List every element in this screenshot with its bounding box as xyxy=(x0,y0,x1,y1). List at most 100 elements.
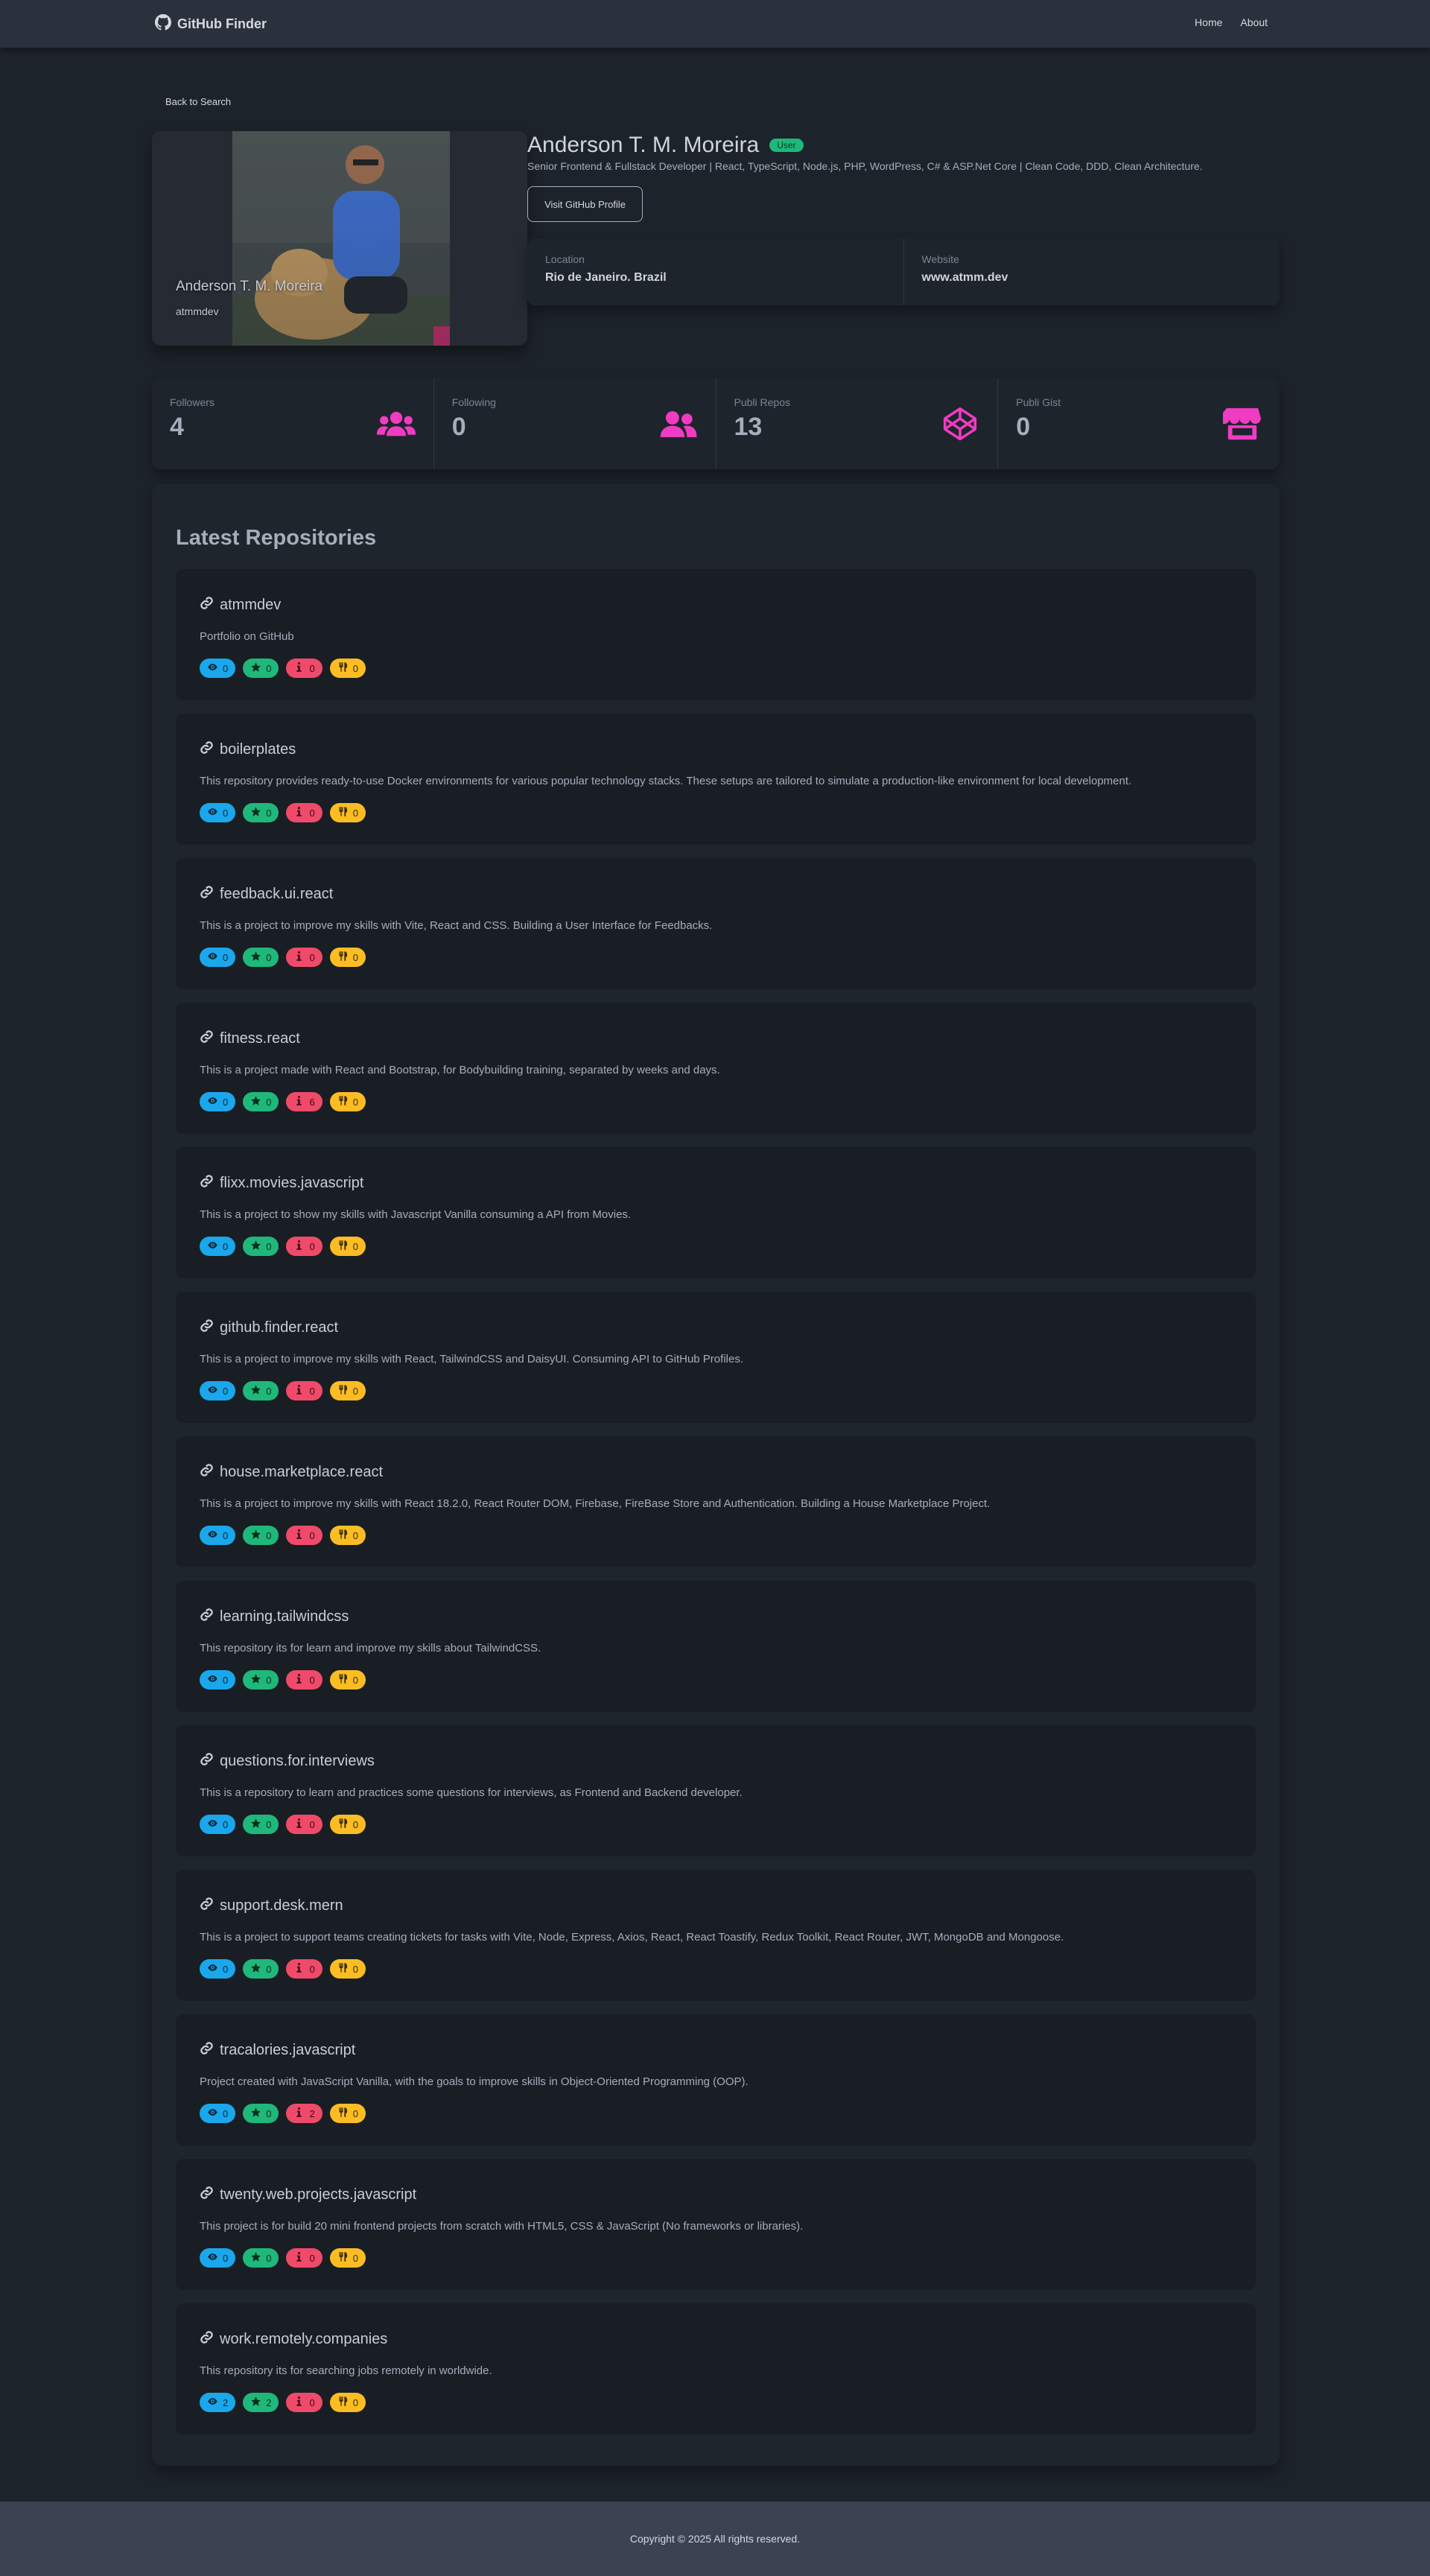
repo-name[interactable]: feedback.ui.react xyxy=(200,885,333,904)
star-icon xyxy=(250,1673,261,1687)
back-to-search-button[interactable]: Back to Search xyxy=(155,88,241,115)
repo-card[interactable]: support.desk.mern This is a project to s… xyxy=(176,1870,1256,2001)
forks-badge: 0 xyxy=(329,659,366,678)
utensils-icon xyxy=(337,806,349,819)
stars-badge: 0 xyxy=(243,1237,279,1256)
issues-badge: 0 xyxy=(286,2248,322,2268)
website-link[interactable]: www.atmm.dev xyxy=(922,271,1262,285)
watchers-count: 0 xyxy=(223,1529,229,1541)
forks-badge: 0 xyxy=(329,1381,366,1400)
repo-card[interactable]: work.remotely.companies This repository … xyxy=(176,2303,1256,2434)
repo-name[interactable]: learning.tailwindcss xyxy=(200,1608,349,1626)
issues-count: 0 xyxy=(309,807,315,819)
repo-name[interactable]: support.desk.mern xyxy=(200,1897,343,1915)
repo-name[interactable]: boilerplates xyxy=(200,740,296,759)
watchers-badge: 0 xyxy=(200,948,236,967)
info-icon xyxy=(293,662,305,675)
repo-card[interactable]: flixx.movies.javascript This is a projec… xyxy=(176,1147,1256,1278)
issues-count: 0 xyxy=(309,1529,315,1541)
repo-description: Project created with JavaScript Vanilla,… xyxy=(200,2075,749,2088)
profile-name: Anderson T. M. Moreira User xyxy=(527,133,804,158)
star-icon xyxy=(250,2107,261,2120)
repo-name[interactable]: house.marketplace.react xyxy=(200,1463,383,1482)
repo-card[interactable]: twenty.web.projects.javascript This proj… xyxy=(176,2159,1256,2290)
repo-badges: 0 0 0 0 xyxy=(200,1959,366,1979)
forks-badge: 0 xyxy=(329,948,366,967)
eye-icon xyxy=(207,1962,218,1976)
issues-count: 0 xyxy=(309,2396,315,2408)
repo-card[interactable]: house.marketplace.react This is a projec… xyxy=(176,1436,1256,1567)
repo-description: This is a repository to learn and practi… xyxy=(200,1786,743,1799)
repo-name[interactable]: twenty.web.projects.javascript xyxy=(200,2186,416,2204)
repo-name[interactable]: questions.for.interviews xyxy=(200,1752,375,1771)
stars-count: 0 xyxy=(266,951,272,963)
stars-count: 0 xyxy=(266,1818,272,1830)
utensils-icon xyxy=(337,1240,349,1253)
repo-badges: 0 0 0 0 xyxy=(200,1670,366,1690)
forks-count: 0 xyxy=(352,1240,358,1252)
repo-card[interactable]: atmmdev Portfolio on GitHub 0 0 0 0 xyxy=(176,569,1256,700)
repo-card[interactable]: boilerplates This repository provides re… xyxy=(176,714,1256,845)
repo-name-text: questions.for.interviews xyxy=(220,1753,375,1769)
nav-home-link[interactable]: Home xyxy=(1195,16,1222,28)
forks-badge: 0 xyxy=(329,1237,366,1256)
repo-description: This is a project to improve my skills w… xyxy=(200,1497,991,1510)
profile-name-text: Anderson T. M. Moreira xyxy=(527,133,760,157)
repo-name[interactable]: github.finder.react xyxy=(200,1319,338,1337)
repo-card[interactable]: feedback.ui.react This is a project to i… xyxy=(176,858,1256,989)
visit-github-profile-button[interactable]: Visit GitHub Profile xyxy=(527,186,643,222)
codepen-icon xyxy=(941,407,979,441)
info-icon xyxy=(293,1095,305,1108)
watchers-badge: 0 xyxy=(200,659,236,678)
issues-count: 0 xyxy=(309,1963,315,1975)
link-icon xyxy=(200,1608,214,1626)
repo-card[interactable]: learning.tailwindcss This repository its… xyxy=(176,1581,1256,1712)
watchers-badge: 2 xyxy=(200,2393,236,2412)
repo-name-text: atmmdev xyxy=(220,597,282,613)
repo-name-text: learning.tailwindcss xyxy=(220,1608,349,1625)
repo-badges: 0 0 0 0 xyxy=(200,659,366,678)
link-icon xyxy=(200,2186,214,2204)
repo-list: atmmdev Portfolio on GitHub 0 0 0 0 boil… xyxy=(176,569,1256,2448)
repo-card[interactable]: fitness.react This is a project made wit… xyxy=(176,1003,1256,1134)
user-type-badge: User xyxy=(769,139,804,152)
link-icon xyxy=(200,1752,214,1771)
repo-badges: 0 0 0 0 xyxy=(200,1815,366,1834)
forks-badge: 0 xyxy=(329,1092,366,1111)
brand-link[interactable]: GitHub Finder xyxy=(155,13,267,33)
link-icon xyxy=(200,1030,214,1048)
repo-name[interactable]: tracalories.javascript xyxy=(200,2041,355,2060)
repo-card[interactable]: questions.for.interviews This is a repos… xyxy=(176,1725,1256,1856)
repo-name[interactable]: fitness.react xyxy=(200,1030,300,1048)
watchers-badge: 0 xyxy=(200,1237,236,1256)
repo-card[interactable]: github.finder.react This is a project to… xyxy=(176,1292,1256,1423)
repo-badges: 0 0 0 0 xyxy=(200,1381,366,1400)
forks-count: 0 xyxy=(352,1096,358,1108)
link-icon xyxy=(200,1319,214,1337)
issues-count: 0 xyxy=(309,1818,315,1830)
repo-name[interactable]: flixx.movies.javascript xyxy=(200,1174,363,1193)
repo-badges: 2 2 0 0 xyxy=(200,2393,366,2412)
forks-badge: 0 xyxy=(329,2248,366,2268)
eye-icon xyxy=(207,2396,218,2409)
watchers-badge: 0 xyxy=(200,1670,236,1690)
issues-count: 0 xyxy=(309,1240,315,1252)
repo-name[interactable]: atmmdev xyxy=(200,596,281,615)
forks-count: 0 xyxy=(352,1385,358,1397)
link-icon xyxy=(200,740,214,759)
stars-badge: 0 xyxy=(243,948,279,967)
repo-card[interactable]: tracalories.javascript Project created w… xyxy=(176,2014,1256,2145)
nav-about-link[interactable]: About xyxy=(1240,16,1268,28)
repo-name[interactable]: work.remotely.companies xyxy=(200,2330,387,2349)
issues-badge: 0 xyxy=(286,1237,322,1256)
utensils-icon xyxy=(337,2396,349,2409)
repo-name-text: feedback.ui.react xyxy=(220,886,334,902)
stars-count: 0 xyxy=(266,1096,272,1108)
info-icon xyxy=(293,806,305,819)
repo-badges: 0 0 0 0 xyxy=(200,1526,366,1545)
brand-title: GitHub Finder xyxy=(177,16,267,31)
stars-count: 0 xyxy=(266,1385,272,1397)
stat-followers: Followers 4 xyxy=(152,378,433,469)
forks-count: 0 xyxy=(352,2107,358,2119)
repo-name-text: fitness.react xyxy=(220,1030,300,1047)
